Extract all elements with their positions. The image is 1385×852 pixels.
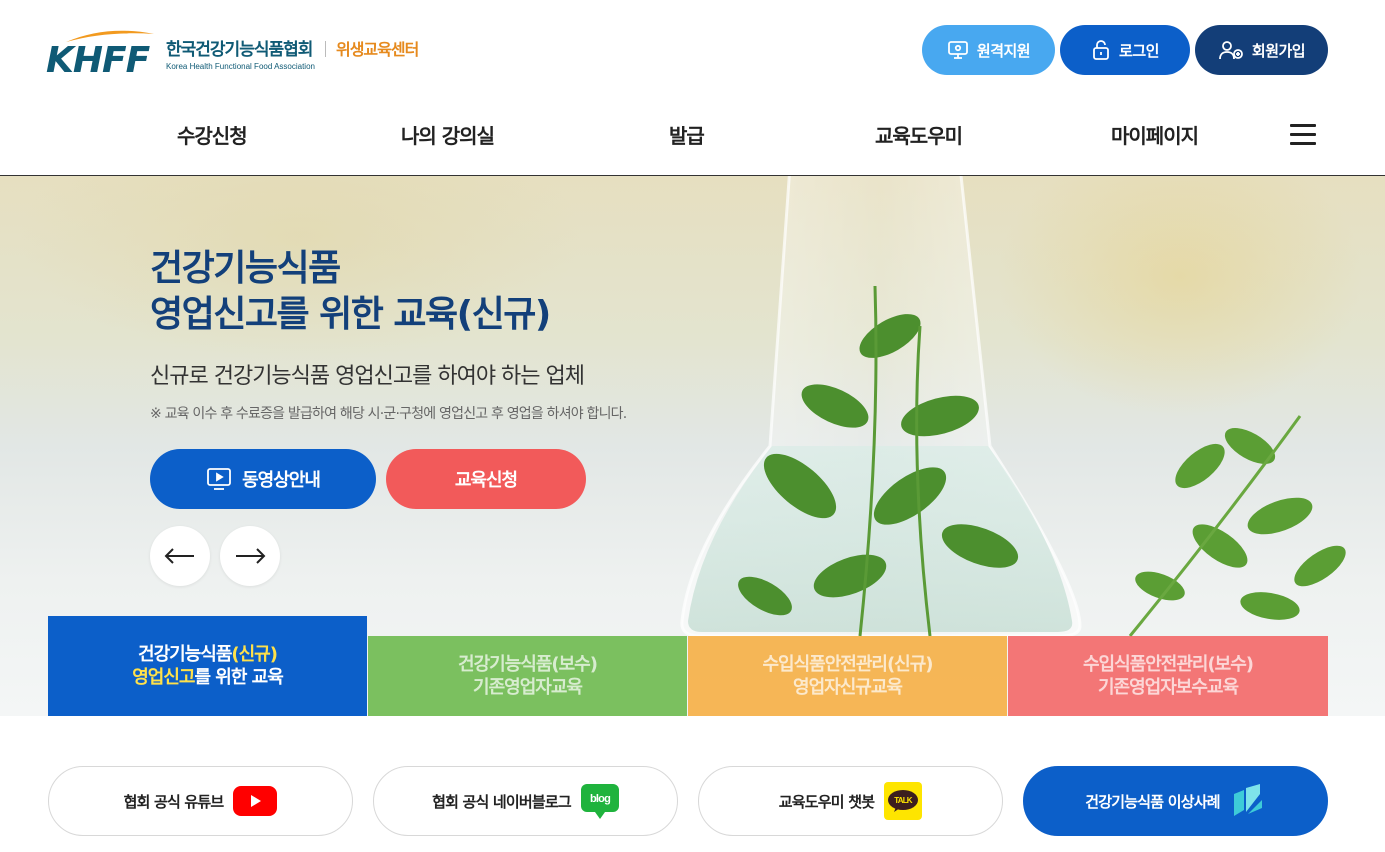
adverse-cases-link-label: 건강기능식품 이상사례 <box>1085 792 1220 811</box>
chatbot-link-button[interactable]: 교육도우미 챗봇 TALK <box>698 766 1003 836</box>
report-logo-icon <box>1233 784 1262 816</box>
nav-item-course-apply[interactable]: 수강신청 <box>177 120 248 149</box>
tab-2-line1: 건강기능식품(보수) <box>458 654 598 675</box>
remote-support-button[interactable]: 원격지원 <box>922 25 1055 75</box>
tab-health-food-refresher[interactable]: 건강기능식품(보수) 기존영업자교육 <box>368 636 687 716</box>
nav-item-issue[interactable]: 발급 <box>669 120 705 149</box>
add-user-icon <box>1218 41 1243 60</box>
slide-prev-button[interactable] <box>150 526 210 586</box>
arrow-right-icon <box>236 548 266 564</box>
login-button[interactable]: 로그인 <box>1060 25 1190 75</box>
join-label: 회원가입 <box>1251 41 1306 60</box>
main-nav: 수강신청 나의 강의실 발급 교육도우미 마이페이지 <box>0 112 1385 156</box>
tab-3-line1: 수입식품안전관리(신규) <box>762 654 933 675</box>
logo-name-korean: 한국건강기능식품협회 <box>166 40 313 60</box>
tab-1-line1-b: (신규) <box>231 644 278 665</box>
nav-item-my-classroom[interactable]: 나의 강의실 <box>401 120 495 149</box>
kakao-talk-icon: TALK <box>884 782 923 820</box>
tab-imported-food-new[interactable]: 수입식품안전관리(신규) 영업자신규교육 <box>688 636 1007 716</box>
tab-2-line2: 기존영업자교육 <box>473 677 583 698</box>
tab-imported-food-refresher[interactable]: 수입식품안전관리(보수) 기존영업자보수교육 <box>1008 636 1328 716</box>
nav-item-education-help[interactable]: 교육도우미 <box>875 120 963 149</box>
hero-subtitle: 신규로 건강기능식품 영업신고를 하여야 하는 업체 <box>150 364 585 389</box>
tab-1-line2-b: 를 위한 교육 <box>194 667 283 688</box>
hero-banner: 건강기능식품 영업신고를 위한 교육(신규) 신규로 건강기능식품 영업신고를 … <box>0 176 1385 716</box>
youtube-link-label: 협회 공식 유튜브 <box>123 792 225 811</box>
education-apply-label: 교육신청 <box>454 470 518 491</box>
site-logo[interactable]: KHFF 한국건강기능식품협회 Korea Health Functional … <box>46 28 419 81</box>
slide-next-button[interactable] <box>220 526 280 586</box>
hero-title: 건강기능식품 영업신고를 위한 교육(신규) <box>150 246 551 338</box>
hero-note: ※ 교육 이수 후 수료증을 발급하여 해당 시·군·구청에 영업신고 후 영업… <box>150 406 627 422</box>
tab-1-line2: 영업신고를 위한 교육 <box>132 666 284 689</box>
remote-support-label: 원격지원 <box>976 41 1031 60</box>
logo-mark: KHFF <box>46 28 156 81</box>
logo-divider <box>324 41 326 57</box>
monitor-icon <box>947 41 968 59</box>
logo-center-name: 위생교육센터 <box>335 40 419 59</box>
naver-blog-link-button[interactable]: 협회 공식 네이버블로그 blog <box>373 766 678 836</box>
youtube-icon <box>233 786 278 816</box>
logo-letters: KHFF <box>46 40 150 81</box>
logo-name-english: Korea Health Functional Food Association <box>166 62 315 71</box>
youtube-link-button[interactable]: 협회 공식 유튜브 <box>48 766 353 836</box>
join-button[interactable]: 회원가입 <box>1195 25 1328 75</box>
tab-3-line2: 영업자신규교육 <box>793 677 903 698</box>
blog-icon: blog <box>580 784 619 819</box>
tab-4-line1: 수입식품안전관리(보수) <box>1082 654 1254 675</box>
talk-icon-text: TALK <box>894 796 913 805</box>
hero-title-line2: 영업신고를 위한 교육(신규) <box>150 294 551 335</box>
video-guide-button[interactable]: 동영상안내 <box>150 449 376 509</box>
tab-health-food-new[interactable]: 건강기능식품(신규) 영업신고를 위한 교육 <box>48 616 367 716</box>
tab-4-line2: 기존영업자보수교육 <box>1097 677 1239 698</box>
flask-illustration <box>680 176 1346 638</box>
education-apply-button[interactable]: 교육신청 <box>386 449 586 509</box>
adverse-cases-link-button[interactable]: 건강기능식품 이상사례 <box>1023 766 1328 836</box>
arrow-left-icon <box>164 548 194 564</box>
site-header: KHFF 한국건강기능식품협회 Korea Health Functional … <box>0 0 1385 176</box>
lock-icon <box>1093 40 1109 60</box>
blog-icon-text: blog <box>590 793 610 805</box>
tab-1-line1-a: 건강기능식품 <box>138 644 232 665</box>
nav-item-mypage[interactable]: 마이페이지 <box>1111 120 1199 149</box>
video-icon <box>207 468 231 490</box>
chatbot-link-label: 교육도우미 챗봇 <box>778 792 875 811</box>
hero-title-line1: 건강기능식품 <box>150 248 341 289</box>
video-guide-label: 동영상안내 <box>242 470 321 491</box>
naver-blog-link-label: 협회 공식 네이버블로그 <box>432 792 572 811</box>
tab-1-line1: 건강기능식품(신규) <box>138 643 278 666</box>
menu-icon[interactable] <box>1290 124 1316 146</box>
tab-1-line2-a: 영업신고 <box>132 667 195 688</box>
login-label: 로그인 <box>1119 41 1159 60</box>
